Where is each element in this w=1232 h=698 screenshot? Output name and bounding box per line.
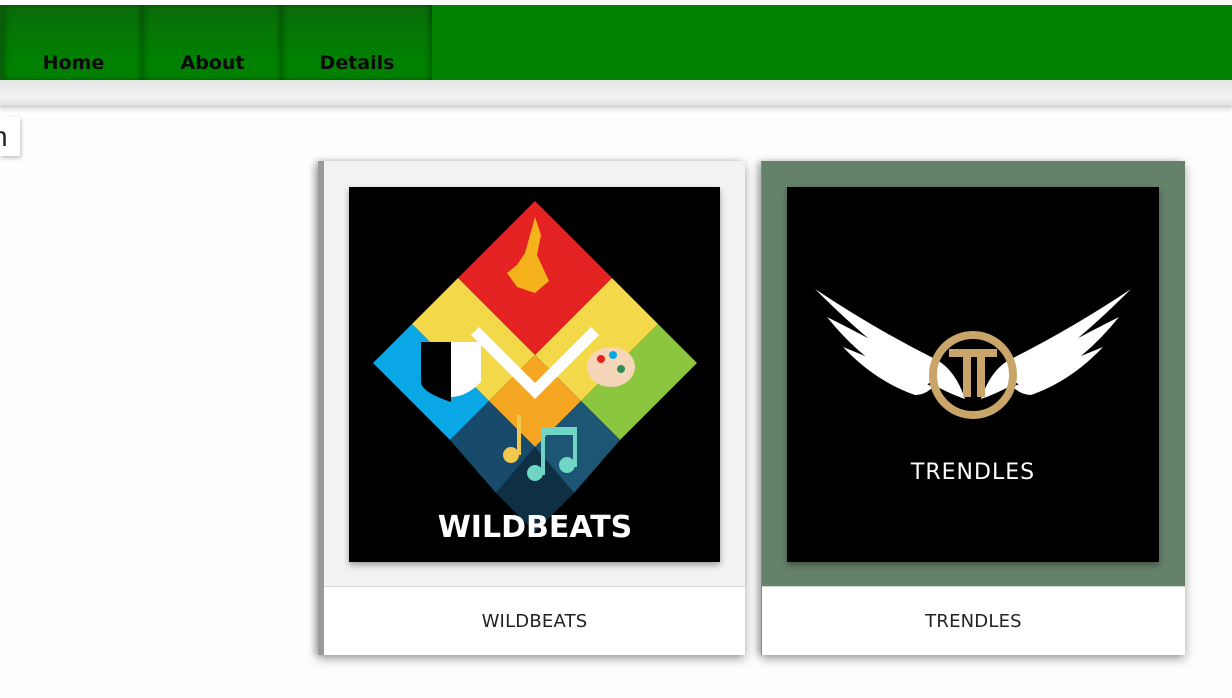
nav-about-link[interactable]: About xyxy=(143,5,282,80)
nav-shadow-strip xyxy=(0,80,1232,107)
side-tab-text: n xyxy=(0,121,8,153)
wildbeats-logo: WILDBEATS xyxy=(349,187,720,562)
trendles-logo: TRENDLES xyxy=(787,187,1159,562)
nav-details-link[interactable]: Details xyxy=(282,5,432,80)
wildbeats-logo-graphic: WILDBEATS xyxy=(349,187,720,562)
nav-about-label: About xyxy=(180,52,245,74)
trendles-logo-graphic: TRENDLES xyxy=(787,187,1159,562)
trendles-logo-text: TRENDLES xyxy=(910,460,1035,485)
club-card-wildbeats[interactable]: WILDBEATS WILDBEATS xyxy=(318,161,745,655)
top-navbar: Home About Details xyxy=(0,5,1232,80)
nav-details-label: Details xyxy=(319,52,395,74)
nav-home-link[interactable]: Home xyxy=(4,5,143,80)
wildbeats-logo-text: WILDBEATS xyxy=(438,510,633,545)
nav-home-label: Home xyxy=(42,52,105,74)
wildbeats-caption: WILDBEATS xyxy=(324,586,745,655)
side-tab[interactable]: n xyxy=(0,117,20,156)
trendles-caption: TRENDLES xyxy=(762,586,1185,655)
club-card-trendles[interactable]: TRENDLES TRENDLES xyxy=(761,161,1185,655)
palette-icon xyxy=(587,347,635,387)
